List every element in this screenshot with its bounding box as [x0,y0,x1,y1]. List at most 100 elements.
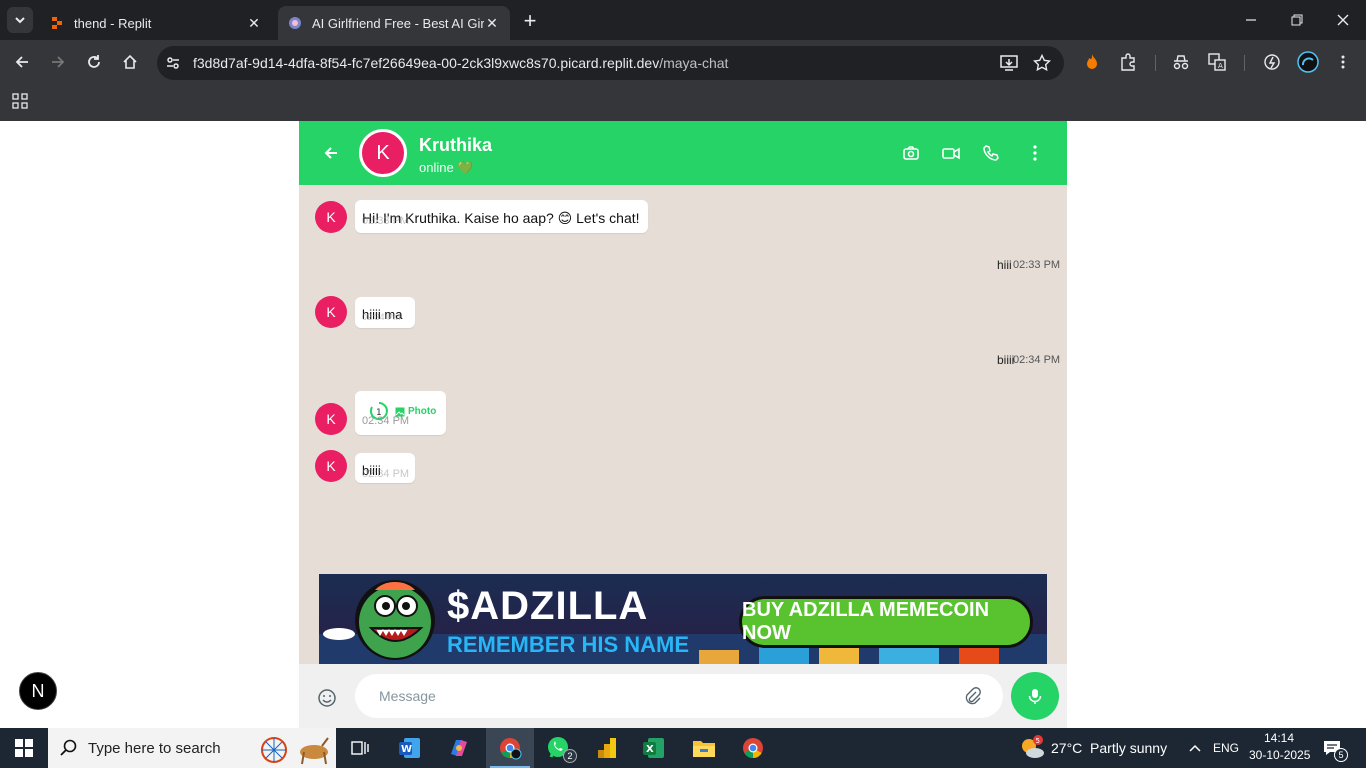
task-view-button[interactable] [336,728,384,768]
home-icon [123,54,137,69]
message-text: biiii [997,353,1015,367]
arrow-right-icon [52,56,65,68]
url-text[interactable]: f3d8d7af-9d14-4dfa-8f54-fc7ef26649ea-00-… [193,55,728,71]
ad-banner[interactable]: $ADZILLA REMEMBER HIS NAME BUY ADZILLA M… [319,574,1047,664]
folder-icon [693,741,715,757]
contact-status: online 💚 [419,160,474,175]
incoming-message: biiii 02:34 PM [355,453,415,483]
site-icon [289,17,301,29]
bookmark-star-icon[interactable] [1033,54,1051,72]
photo-label-text: Photo [408,406,437,417]
outgoing-message: hiii 02:33 PM [997,258,1060,274]
close-tab-icon[interactable]: ✕ [246,15,262,31]
voice-record-button[interactable] [1011,672,1059,720]
ad-cta-button[interactable]: BUY ADZILLA MEMECOIN NOW [739,596,1033,648]
taskbar-file-explorer[interactable] [680,728,728,768]
incoming-photo-message[interactable]: 1 Photo 02:34 PM [355,391,446,435]
incognito-extension[interactable] [1170,51,1192,73]
windows-taskbar: Type here to search W 2 X 5 27°C Partly … [0,728,1366,768]
phone-call-icon[interactable] [981,143,1001,163]
sender-avatar: K [315,450,347,482]
video-call-icon[interactable] [941,143,961,163]
toolbar-divider [1244,55,1245,71]
dino-mascot-icon [355,580,435,660]
clock-date[interactable]: 30-10-2025 [1249,748,1310,762]
taskbar-copilot[interactable] [435,728,483,768]
arrow-left-icon [15,56,28,68]
sender-avatar: K [315,201,347,233]
taskbar-whatsapp[interactable]: 2 [535,728,583,768]
message-time: 02:33 PM [1013,259,1061,271]
forward-button[interactable] [44,48,72,76]
taskbar-word[interactable]: W [386,728,434,768]
taskbar-chrome[interactable] [486,728,534,768]
chrome-icon [743,738,763,759]
install-app-icon[interactable] [1000,54,1018,72]
spy-icon [1173,55,1189,70]
reload-button[interactable] [80,48,108,76]
camera-icon[interactable] [901,143,921,163]
more-vertical-icon[interactable] [1025,143,1045,163]
puzzle-icon [1121,53,1135,71]
url-path: /maya-chat [659,55,729,71]
new-tab-button[interactable]: + [518,8,542,33]
notification-center-button[interactable]: 5 [1322,738,1348,762]
address-bar[interactable]: f3d8d7af-9d14-4dfa-8f54-fc7ef26649ea-00-… [157,46,1064,80]
microphone-icon [1028,689,1042,704]
search-icon [60,739,77,756]
emoji-icon[interactable] [317,688,337,708]
back-arrow-icon[interactable] [321,143,341,163]
composer-bar [299,664,1067,728]
incoming-message: Hi! I'm Kruthika. Kaise ho aap? 😊 Let's … [355,200,648,233]
word-icon: W [399,738,420,758]
translate-extension[interactable]: A [1206,51,1228,73]
chevron-down-icon [15,17,25,24]
chrome-icon [500,738,522,760]
message-time: 02:34 PM [362,468,410,480]
language-indicator[interactable]: ENG [1213,741,1239,755]
minimize-button[interactable] [1228,0,1274,40]
message-input[interactable] [355,674,1003,718]
tab-replit[interactable]: thend - Replit ✕ [40,6,272,40]
partly-sunny-icon[interactable]: 5 [1018,734,1046,762]
home-button[interactable] [116,48,144,76]
close-window-button[interactable] [1320,0,1366,40]
taskbar-chrome-2[interactable] [729,728,777,768]
speedometer-icon [1264,54,1280,70]
replit-icon [52,17,62,29]
nextjs-dev-badge[interactable]: N [19,672,57,710]
performance-button[interactable] [1261,51,1283,73]
search-placeholder: Type here to search [88,740,221,757]
outgoing-message: biiii 02:34 PM [997,353,1060,369]
tab-search-button[interactable] [7,7,33,33]
site-info-icon[interactable] [165,55,181,71]
close-icon [1337,14,1349,26]
copilot-icon [451,740,467,756]
whatsapp-badge: 2 [563,749,577,763]
power-bi-icon [598,738,616,758]
profile-button[interactable] [1297,51,1319,73]
minimize-icon [1246,19,1256,21]
chevron-up-icon[interactable] [1188,741,1202,755]
taskbar-excel[interactable]: X [630,728,678,768]
restore-button[interactable] [1274,0,1320,40]
extensions-button[interactable] [1117,51,1139,73]
contact-avatar[interactable]: K [359,129,407,177]
message-list: K Hi! I'm Kruthika. Kaise ho aap? 😊 Let'… [299,185,1067,573]
paperclip-icon[interactable] [964,687,982,705]
chrome-menu-button[interactable] [1332,51,1354,73]
apps-grid-icon[interactable] [11,92,29,110]
clock-time[interactable]: 14:14 [1264,731,1294,745]
fire-icon [1087,54,1097,69]
start-button[interactable] [0,728,48,768]
extension-icon[interactable] [1081,51,1103,73]
back-button[interactable] [8,48,36,76]
windows-logo-icon [15,739,33,757]
taskbar-search[interactable]: Type here to search [48,728,336,768]
url-host: f3d8d7af-9d14-4dfa-8f54-fc7ef26649ea-00-… [193,55,660,71]
close-tab-icon[interactable]: ✕ [484,15,500,31]
weather-text[interactable]: 27°C Partly sunny [1051,740,1167,756]
tab-ai-girlfriend[interactable]: AI Girlfriend Free - Best AI Girlfr ✕ [278,6,510,40]
web-page: K Kruthika online 💚 K Hi! I'm Kruthika. … [0,121,1366,728]
taskbar-powerbi[interactable] [583,728,631,768]
